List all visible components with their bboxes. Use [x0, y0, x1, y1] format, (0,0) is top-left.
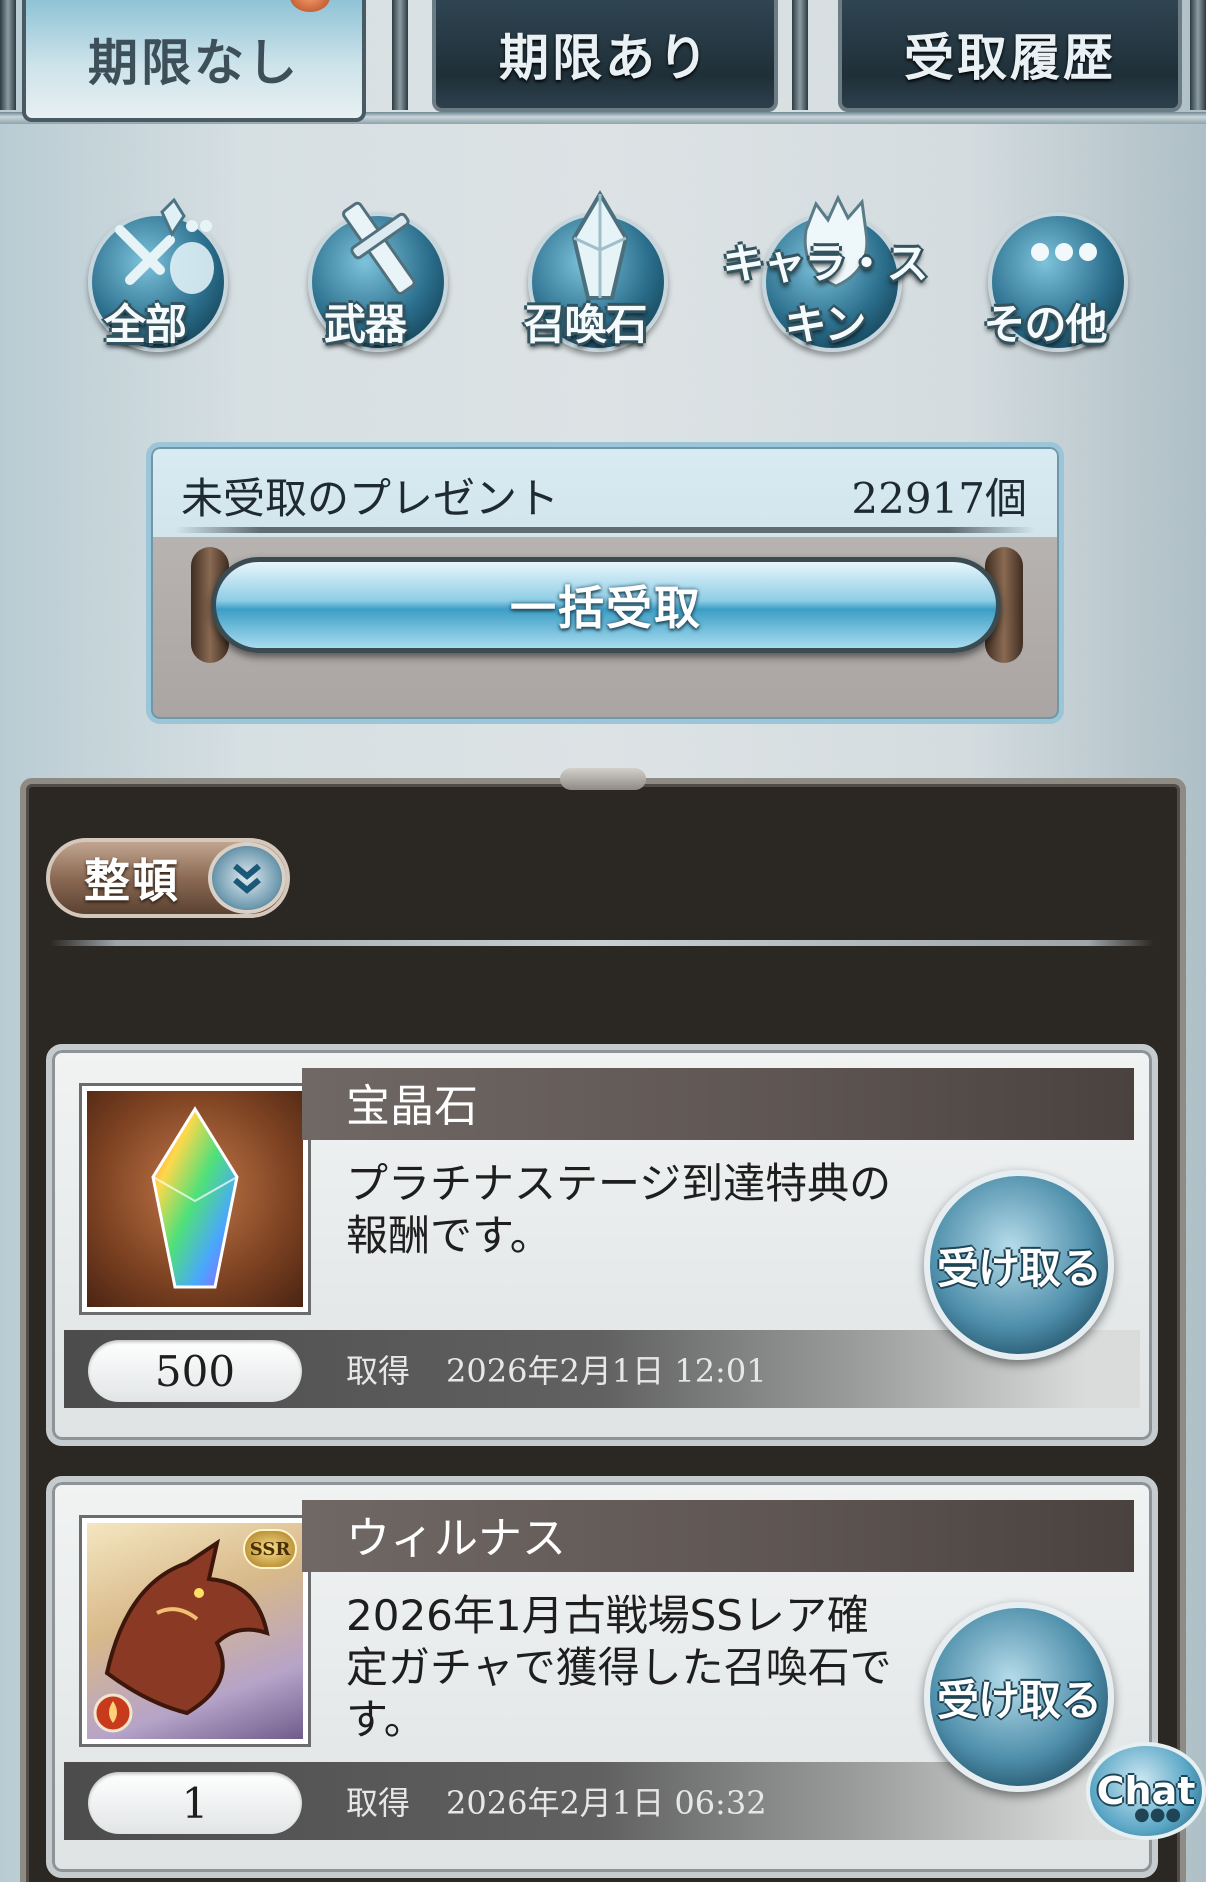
acquired-date: 2026年2月1日 12:01 — [446, 1352, 767, 1390]
item-quantity: 500 — [88, 1340, 302, 1402]
category-label: その他 — [983, 300, 1107, 349]
tab-with-expiry[interactable]: 期限あり — [432, 0, 778, 112]
tab-frame-post — [0, 0, 16, 110]
item-name: ウィルナス — [346, 1513, 566, 1564]
tab-frame-post — [392, 0, 408, 110]
divider — [50, 940, 1154, 946]
item-name: 宝晶石 — [346, 1081, 478, 1132]
category-summon-stone[interactable]: 召喚石 — [490, 190, 680, 360]
rainbow-crystal-icon — [151, 1106, 239, 1289]
chat-dots-icon: ●●● — [1134, 1804, 1182, 1825]
item-thumbnail — [82, 1086, 308, 1312]
divider — [175, 527, 1035, 533]
category-character-skin[interactable]: キャラ・スキン — [710, 190, 940, 360]
category-label: 武器 — [323, 300, 407, 349]
receive-button[interactable]: 受け取る — [924, 1170, 1114, 1360]
category-filter-bar: 全部 武器 召喚石 キャラ・スキン その他 — [40, 170, 1170, 390]
category-other[interactable]: その他 — [950, 190, 1140, 360]
item-description: 2026年1月古戦場SSレア確定ガチャで獲得した召喚石です。 — [346, 1591, 892, 1744]
item-thumbnail: SSR — [82, 1518, 308, 1744]
acquired-label: 取得 — [346, 1352, 411, 1390]
chevron-down-double-icon[interactable] — [208, 842, 286, 914]
acquired-date: 2026年2月1日 06:32 — [446, 1784, 767, 1822]
tab-bar: 期限なし 期限あり 受取履歴 — [0, 0, 1206, 130]
tab-receive-history[interactable]: 受取履歴 — [838, 0, 1182, 112]
chat-button[interactable]: Chat — [1086, 1742, 1206, 1840]
category-label: キャラ・スキン — [722, 239, 928, 349]
tab-no-expiry[interactable]: 期限なし — [22, 0, 366, 122]
category-all[interactable]: 全部 — [50, 190, 240, 360]
acquired-label: 取得 — [346, 1784, 411, 1822]
chevron-down-icon — [233, 863, 261, 894]
category-weapon[interactable]: 武器 — [270, 190, 460, 360]
item-quantity: 1 — [88, 1772, 302, 1834]
item-description: プラチナステージ到達特典の報酬です。 — [346, 1159, 892, 1260]
panel-ornament — [560, 768, 646, 790]
unclaimed-count: 22917個 — [851, 474, 1027, 523]
tab-frame-post — [1190, 0, 1206, 110]
category-label: 召喚石 — [523, 300, 647, 349]
unclaimed-summary-panel: 未受取のプレゼント 22917個 一括受取 — [146, 442, 1064, 724]
bulk-receive-button[interactable]: 一括受取 — [211, 557, 1001, 653]
tab-frame-post — [792, 0, 808, 110]
rarity-badge: SSR — [243, 1529, 297, 1569]
category-label: 全部 — [103, 300, 187, 349]
present-item-card: SSR ウィルナス 2026年1月古戦場SSレア確定ガチャで獲得した召喚石です。… — [46, 1476, 1158, 1878]
unclaimed-title: 未受取のプレゼント — [181, 474, 560, 523]
receive-button[interactable]: 受け取る — [924, 1602, 1114, 1792]
present-item-card: 宝晶石 プラチナステージ到達特典の報酬です。 500 取得 2026年2月1日 … — [46, 1044, 1158, 1446]
